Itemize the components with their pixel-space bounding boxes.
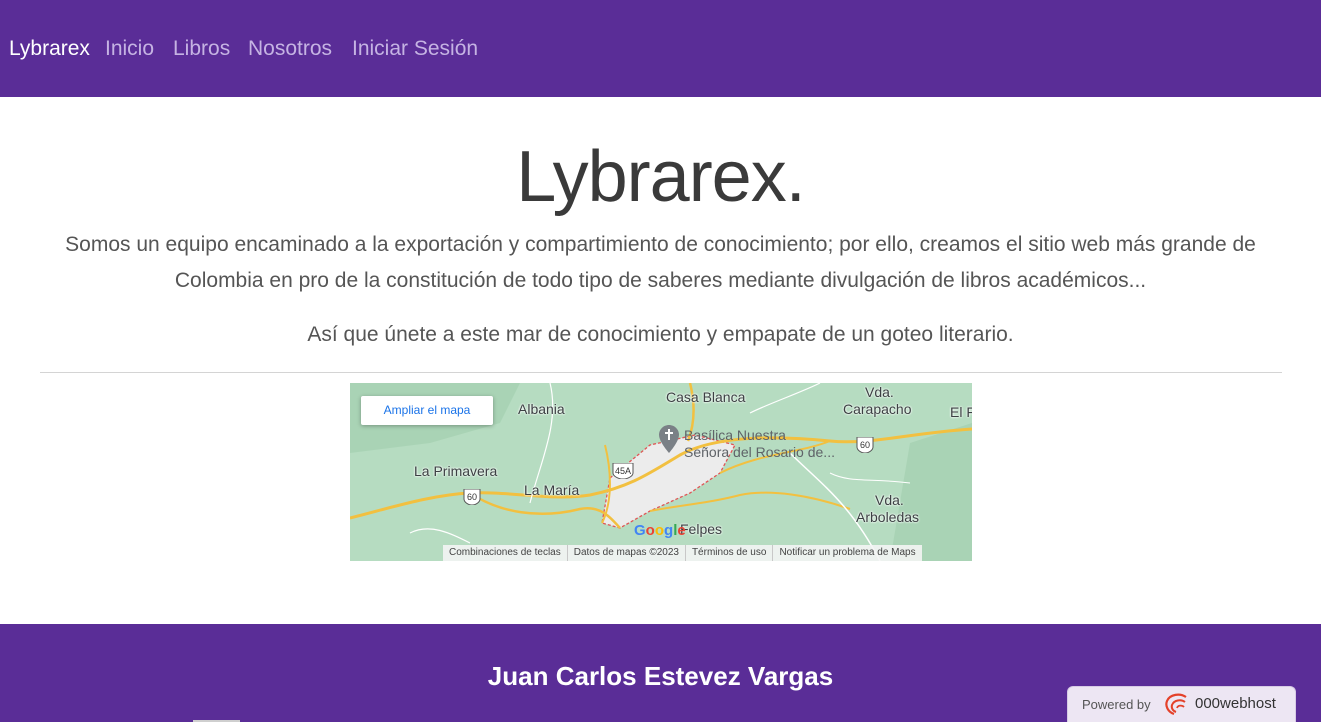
map-keyboard-shortcuts-link[interactable]: Combinaciones de teclas [443, 545, 567, 561]
nav-link-libros[interactable]: Libros [173, 36, 230, 62]
route-shield-label: 60 [859, 440, 870, 450]
embedded-map[interactable]: Ampliar el mapa Casa Blanca Vda. Carapac… [350, 383, 972, 561]
map-terms-link[interactable]: Términos de uso [684, 545, 772, 561]
map-label-carapacho: Carapacho [843, 401, 912, 417]
hero-description: Somos un equipo encaminado a la exportac… [65, 233, 1256, 292]
hero-title: Lybrarex. [516, 137, 805, 217]
nav-link-iniciar-sesion[interactable]: Iniciar Sesión [352, 36, 478, 62]
map-report-problem-link[interactable]: Notificar un problema de Maps [772, 545, 921, 561]
place-label-basilica-cont[interactable]: Señora del Rosario de... [684, 444, 835, 460]
map-label-felpes: Felpes [680, 521, 723, 537]
map-data-credit: Datos de mapas ©2023 [566, 545, 685, 561]
google-logo: Google [634, 522, 686, 540]
hero-invitation: Así que únete a este mar de conocimiento… [307, 323, 1014, 346]
map-label-vda: Vda. [865, 384, 894, 400]
map-label-vda: Vda. [875, 492, 904, 508]
google-logo-letter: o [645, 522, 655, 539]
webhost-label: 000webhost [1195, 695, 1276, 712]
map-label-arboledas: Arboledas [856, 509, 920, 525]
map-label-casa-blanca: Casa Blanca [666, 389, 746, 405]
divider [40, 372, 1282, 373]
map-attribution-bar: Combinaciones de teclas Datos de mapas ©2… [443, 545, 922, 561]
route-shield-icon: 60 [462, 488, 482, 506]
powered-by-label: Powered by [1082, 697, 1151, 712]
map-label-albania: Albania [518, 401, 565, 417]
church-pin-icon[interactable] [659, 425, 679, 453]
route-shield-label: 60 [466, 492, 477, 502]
google-logo-letter: G [634, 522, 646, 539]
map-label-la-maria: La María [524, 482, 580, 498]
webhost-logo-icon [1165, 693, 1187, 716]
google-logo-letter: g [664, 522, 674, 539]
google-logo-letter: e [677, 522, 686, 539]
powered-by-badge[interactable]: Powered by 000webhost [1067, 686, 1296, 722]
google-logo-letter: o [654, 522, 665, 539]
nav-link-nosotros[interactable]: Nosotros [248, 36, 332, 62]
map-label-la-primavera: La Primavera [414, 463, 498, 479]
route-shield-label: 45A [614, 466, 631, 476]
enlarge-map-button[interactable]: Ampliar el mapa [361, 396, 493, 425]
nav-link-inicio[interactable]: Inicio [105, 36, 154, 62]
route-shield-icon: 60 [855, 436, 875, 454]
route-shield-icon: 45A [611, 462, 635, 480]
place-label-basilica[interactable]: Basílica Nuestra [684, 427, 786, 443]
map-label-el-f: El F [950, 404, 972, 420]
navbar: Lybrarex Inicio Libros Nosotros Iniciar … [0, 0, 1321, 97]
nav-brand[interactable]: Lybrarex [9, 36, 90, 62]
